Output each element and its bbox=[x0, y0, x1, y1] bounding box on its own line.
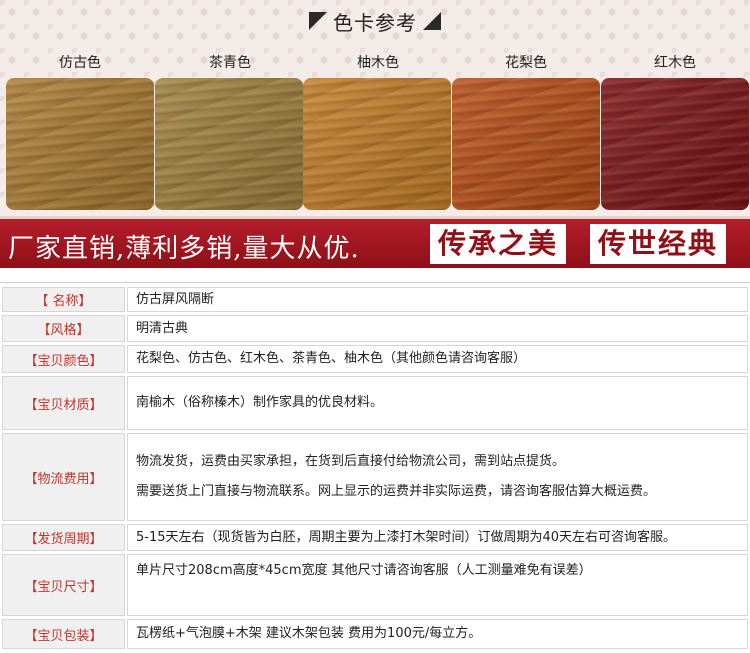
wood-grain bbox=[155, 78, 303, 210]
swatch-antique bbox=[6, 78, 154, 210]
spec-line: 明清古典 bbox=[136, 320, 189, 336]
spec-label: 【宝贝尺寸】 bbox=[2, 554, 125, 616]
spec-value: 瓦楞纸+气泡膜+木架 建议木架包装 费用为100元/每立方。 bbox=[127, 619, 748, 649]
spec-row: 【宝贝包装】 瓦楞纸+气泡膜+木架 建议木架包装 费用为100元/每立方。 bbox=[2, 619, 748, 649]
triangle-left-icon bbox=[309, 12, 327, 30]
spec-value: 5-15天左右（现货皆为白胚，周期主要为上漆打木架时间）订做周期为40天左右可咨… bbox=[127, 524, 748, 551]
spec-line: 单片尺寸208cm高度*45cm宽度 其他尺寸请咨询客服（人工测量难免有误差） bbox=[136, 563, 592, 578]
wood-grain bbox=[6, 78, 154, 210]
spec-row: 【宝贝颜色】 花梨色、仿古色、红木色、茶青色、柚木色（其他颜色请咨询客服） bbox=[2, 345, 748, 373]
spec-line: 南榆木（俗称榛木）制作家具的优良材料。 bbox=[136, 395, 384, 410]
wood-grain bbox=[303, 78, 451, 210]
color-card-section: 色卡参考 仿古色 茶青色 柚木色 花梨色 红木色 bbox=[0, 0, 750, 216]
spec-label: 【宝贝颜色】 bbox=[2, 345, 125, 373]
spec-value: 仿古屏风隔断 bbox=[127, 287, 748, 312]
spec-value: 花梨色、仿古色、红木色、茶青色、柚木色（其他颜色请咨询客服） bbox=[127, 345, 748, 373]
spec-label: 【 名称】 bbox=[2, 287, 125, 312]
swatch-mahogany bbox=[601, 78, 749, 210]
swatch-tea-green bbox=[155, 78, 303, 210]
wood-grain bbox=[601, 78, 749, 210]
spec-label: 【宝贝材质】 bbox=[2, 376, 125, 430]
spec-row: 【风格】 明清古典 bbox=[2, 315, 748, 342]
banner-slogan: 厂家直销,薄利多销,量大从优. bbox=[8, 234, 360, 264]
wood-grain bbox=[452, 78, 600, 210]
spec-row: 【宝贝材质】 南榆木（俗称榛木）制作家具的优良材料。 bbox=[2, 376, 748, 430]
spec-label: 【宝贝包装】 bbox=[2, 619, 125, 649]
spec-label: 【风格】 bbox=[2, 315, 125, 342]
spec-line: 瓦楞纸+气泡膜+木架 建议木架包装 费用为100元/每立方。 bbox=[136, 626, 482, 641]
promo-banner: 厂家直销,薄利多销,量大从优. 传承之美 传世经典 bbox=[0, 216, 750, 268]
triangle-right-icon bbox=[423, 12, 441, 30]
spec-row: 【 名称】 仿古屏风隔断 bbox=[2, 287, 748, 312]
swatch-teak bbox=[303, 78, 451, 210]
swatch-label: 仿古色 bbox=[59, 55, 101, 71]
spec-label: 【发货周期】 bbox=[2, 524, 125, 551]
spec-row: 【宝贝尺寸】 单片尺寸208cm高度*45cm宽度 其他尺寸请咨询客服（人工测量… bbox=[2, 554, 748, 616]
spec-row: 【发货周期】 5-15天左右（现货皆为白胚，周期主要为上漆打木架时间）订做周期为… bbox=[2, 524, 748, 551]
spec-value: 单片尺寸208cm高度*45cm宽度 其他尺寸请咨询客服（人工测量难免有误差） bbox=[127, 554, 748, 616]
spec-table: 【 名称】 仿古屏风隔断 【风格】 明清古典 【宝贝颜色】 花梨色、仿古色、红木… bbox=[0, 282, 750, 653]
spec-value: 南榆木（俗称榛木）制作家具的优良材料。 bbox=[127, 376, 748, 430]
spec-line: 物流发货，运费由买家承担，在货到后直接付给物流公司，需到站点提货。 bbox=[136, 454, 566, 469]
spec-line: 花梨色、仿古色、红木色、茶青色、柚木色（其他颜色请咨询客服） bbox=[136, 351, 527, 366]
spec-value: 明清古典 bbox=[127, 315, 748, 342]
spec-line: 需要送货上门直接与物流联系。网上显示的运费并非实际运费，请咨询客服估算大概运费。 bbox=[136, 484, 657, 499]
section-heading: 色卡参考 bbox=[0, 6, 750, 36]
swatch-label: 红木色 bbox=[654, 55, 696, 71]
heading-text: 色卡参考 bbox=[333, 10, 417, 35]
spec-value: 物流发货，运费由买家承担，在货到后直接付给物流公司，需到站点提货。 需要送货上门… bbox=[127, 433, 748, 521]
seal-stamp: 传世经典 bbox=[590, 224, 727, 264]
seal-stamp: 传承之美 bbox=[430, 224, 567, 264]
swatch-label: 柚木色 bbox=[357, 55, 399, 71]
spec-label: 【物流费用】 bbox=[2, 433, 125, 521]
spec-row: 【物流费用】 物流发货，运费由买家承担，在货到后直接付给物流公司，需到站点提货。… bbox=[2, 433, 748, 521]
swatch-label: 花梨色 bbox=[505, 55, 547, 71]
swatch-rosewood bbox=[452, 78, 600, 210]
swatch-label: 茶青色 bbox=[209, 55, 251, 71]
spec-line: 仿古屏风隔断 bbox=[136, 291, 215, 307]
spec-line: 5-15天左右（现货皆为白胚，周期主要为上漆打木架时间）订做周期为40天左右可咨… bbox=[136, 529, 677, 545]
